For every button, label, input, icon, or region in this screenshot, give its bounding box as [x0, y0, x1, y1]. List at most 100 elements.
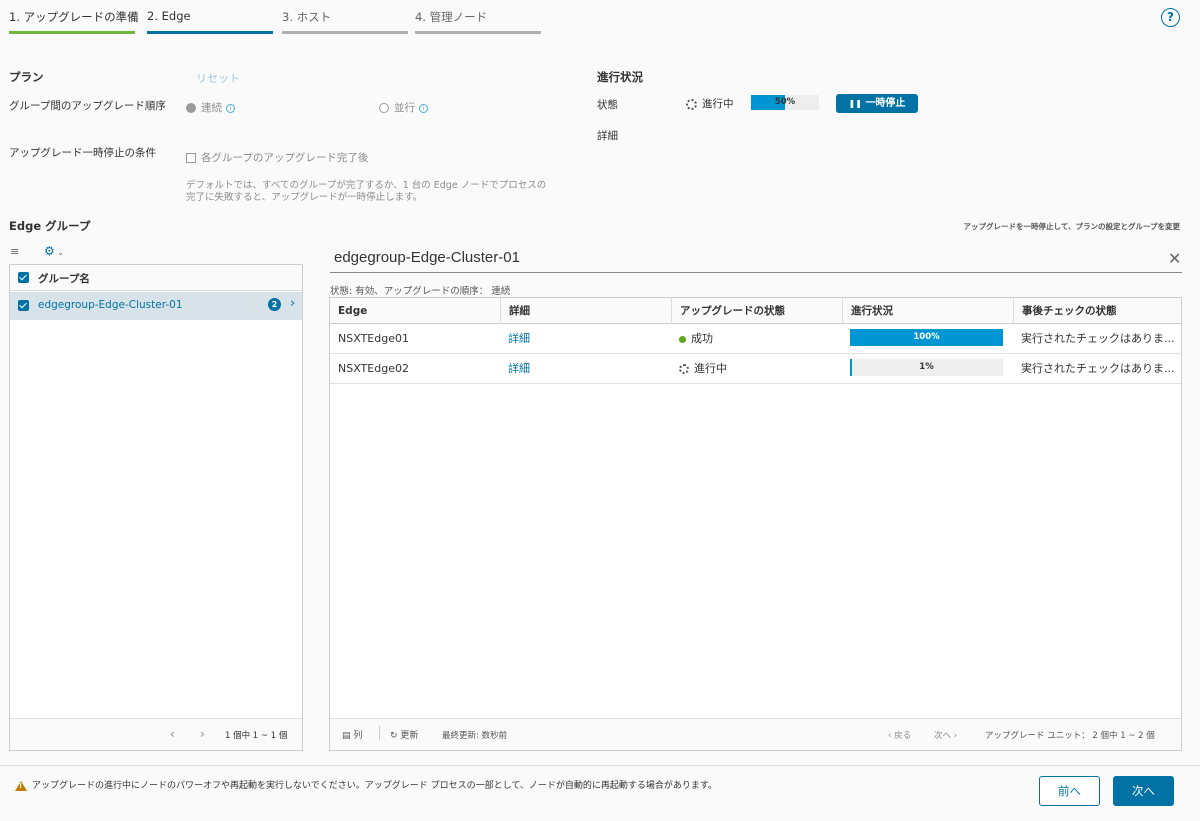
refresh-button[interactable]: ↻ 更新 [390, 728, 418, 741]
step-prepare[interactable]: 1. アップグレードの準備 [9, 0, 139, 34]
refresh-label: 更新 [400, 731, 419, 741]
step-indicator [415, 31, 541, 34]
select-all-checkbox[interactable] [18, 272, 29, 283]
step-label: 2. Edge [147, 9, 191, 23]
success-icon [679, 335, 686, 343]
status-text: 進行中 [694, 362, 727, 375]
refresh-icon: ↻ [390, 731, 398, 741]
progress-percent: 1% [919, 362, 934, 372]
parallel-radio[interactable]: 並行 i [379, 100, 428, 115]
info-icon[interactable]: i [226, 103, 235, 113]
serial-radio[interactable]: 連続 i [186, 100, 235, 115]
count-badge: 2 [268, 298, 281, 311]
divider [330, 272, 1182, 273]
parallel-label: 並行 [394, 102, 415, 114]
column-header-edge[interactable]: Edge [330, 298, 500, 324]
order-label: グループ間のアップグレード順序 [9, 100, 166, 112]
group-row[interactable]: edgegroup-Edge-Cluster-01 2 › [10, 292, 302, 320]
step-label: 1. アップグレードの準備 [9, 10, 139, 24]
forward-page-button[interactable]: 次へ › [934, 729, 957, 741]
warning-icon [15, 780, 27, 791]
warning-message: アップグレードの進行中にノードのパワーオフや再起動を実行しないでください。アップ… [15, 778, 717, 791]
divider [379, 726, 380, 740]
warning-text: アップグレードの進行中にノードのパワーオフや再起動を実行しないでください。アップ… [32, 781, 717, 791]
group-list-footer: ‹ › 1 個中 1 ~ 1 個 [10, 718, 302, 750]
progress-title: 進行状況 [597, 70, 643, 84]
chevron-right-icon[interactable]: › [290, 296, 295, 311]
pause-option-label: 各グループのアップグレード完了後 [201, 152, 369, 164]
column-header-postcheck[interactable]: 事後チェックの状態 [1013, 298, 1183, 324]
unit-count: アップグレード ユニット： 2 個中 1 ~ 2 個 [985, 731, 1155, 741]
pause-description: デフォルトでは、すべてのグループが完了するか、1 台の Edge ノードでプロセ… [186, 180, 546, 204]
pause-condition-label: アップグレード一時停止の条件 [9, 147, 156, 159]
close-icon[interactable]: ✕ [1168, 249, 1181, 268]
edge-groups-title: Edge グループ [9, 219, 91, 233]
serial-label: 連続 [201, 102, 222, 114]
desc-line: デフォルトでは、すべてのグループが完了するか、1 台の Edge ノードでプロセ… [186, 180, 547, 191]
upgrade-status: 成功 [671, 324, 842, 354]
back-page-button[interactable]: ‹ 戻る [888, 729, 911, 741]
radio-selected-icon [186, 103, 196, 113]
details-label: 詳細 [597, 130, 618, 142]
edge-grid: Edge 詳細 アップグレードの状態 進行状況 事後チェックの状態 NSXTEd… [329, 297, 1182, 751]
detail-title: edgegroup-Edge-Cluster-01 [334, 249, 520, 266]
column-header-progress[interactable]: 進行状況 [842, 298, 1013, 324]
columns-toggle[interactable]: ▤ 列 [342, 728, 362, 741]
spinner-icon [679, 364, 689, 374]
row-progress-bar: 100% [850, 329, 1003, 346]
details-link[interactable]: 詳細 [500, 324, 671, 354]
grid-footer: ▤ 列 ↻ 更新 最終更新: 数秒前 ‹ 戻る 次へ › アップグレード ユニッ… [330, 718, 1181, 750]
checkbox-icon [186, 153, 196, 163]
next-page-icon[interactable]: › [200, 727, 205, 741]
postcheck-status: 実行されたチェックはありま... [1021, 332, 1175, 345]
detail-status-line: 状態: 有効、アップグレードの順序： 連続 [330, 286, 511, 297]
pause-icon: ❚❚ [848, 99, 862, 108]
row-progress-bar: 1% [850, 359, 1003, 376]
step-management-nodes[interactable]: 4. 管理ノード [415, 0, 541, 34]
pause-after-group-checkbox[interactable]: 各グループのアップグレード完了後 [186, 150, 368, 165]
columns-label: 列 [353, 731, 363, 741]
edge-name: NSXTEdge02 [338, 362, 409, 375]
table-row: NSXTEdge01 詳細 成功 100% 実行されたチェックはありま... [330, 324, 1181, 354]
column-header-details[interactable]: 詳細 [500, 298, 671, 324]
table-row: NSXTEdge02 詳細 進行中 1% 実行されたチェックはありま... [330, 354, 1181, 384]
change-plan-note: アップグレードを一時停止して、プランの設定とグループを変更 [963, 222, 1180, 231]
step-label: 4. 管理ノード [415, 10, 488, 24]
desc-line: 完了に失敗すると、アップグレードが一時停止します。 [186, 192, 423, 203]
spinner-icon [686, 98, 697, 110]
step-indicator [282, 31, 408, 34]
reset-link[interactable]: リセット [196, 70, 240, 86]
status-text: 進行中 [702, 98, 734, 110]
step-edge[interactable]: 2. Edge [147, 0, 273, 34]
gear-icon[interactable]: ⚙ ⌄ [44, 244, 64, 258]
radio-unselected-icon [379, 103, 389, 113]
progress-percent: 100% [913, 332, 940, 342]
status-value: 進行中 [686, 96, 734, 111]
upgrade-status: 進行中 [671, 354, 842, 384]
columns-icon: ▤ [342, 731, 351, 741]
step-indicator [9, 31, 135, 34]
details-link[interactable]: 詳細 [500, 354, 671, 384]
grid-header: Edge 詳細 アップグレードの状態 進行状況 事後チェックの状態 [330, 298, 1181, 324]
column-header-upgrade-status[interactable]: アップグレードの状態 [671, 298, 842, 324]
group-name[interactable]: edgegroup-Edge-Cluster-01 [38, 299, 183, 311]
edge-name: NSXTEdge01 [338, 332, 409, 345]
plan-title: プラン [9, 70, 44, 84]
pause-button[interactable]: ❚❚ 一時停止 [836, 94, 918, 113]
info-icon[interactable]: i [419, 103, 428, 113]
row-checkbox[interactable] [18, 300, 29, 311]
pagination-text: 1 個中 1 ~ 1 個 [225, 731, 288, 741]
prev-button[interactable]: 前へ [1039, 776, 1100, 806]
group-list-header: グループ名 [10, 265, 302, 291]
next-button[interactable]: 次へ [1113, 776, 1174, 806]
collapse-icon[interactable]: ≡ [10, 245, 19, 258]
prev-page-icon[interactable]: ‹ [170, 727, 175, 741]
column-header: グループ名 [38, 273, 90, 285]
step-hosts[interactable]: 3. ホスト [282, 0, 408, 34]
edge-group-list: グループ名 edgegroup-Edge-Cluster-01 2 › ‹ › … [9, 264, 303, 751]
help-icon[interactable]: ? [1161, 8, 1180, 27]
step-indicator [147, 31, 273, 34]
postcheck-status: 実行されたチェックはありま... [1021, 362, 1175, 375]
step-label: 3. ホスト [282, 10, 332, 24]
last-updated: 最終更新: 数秒前 [442, 731, 508, 741]
